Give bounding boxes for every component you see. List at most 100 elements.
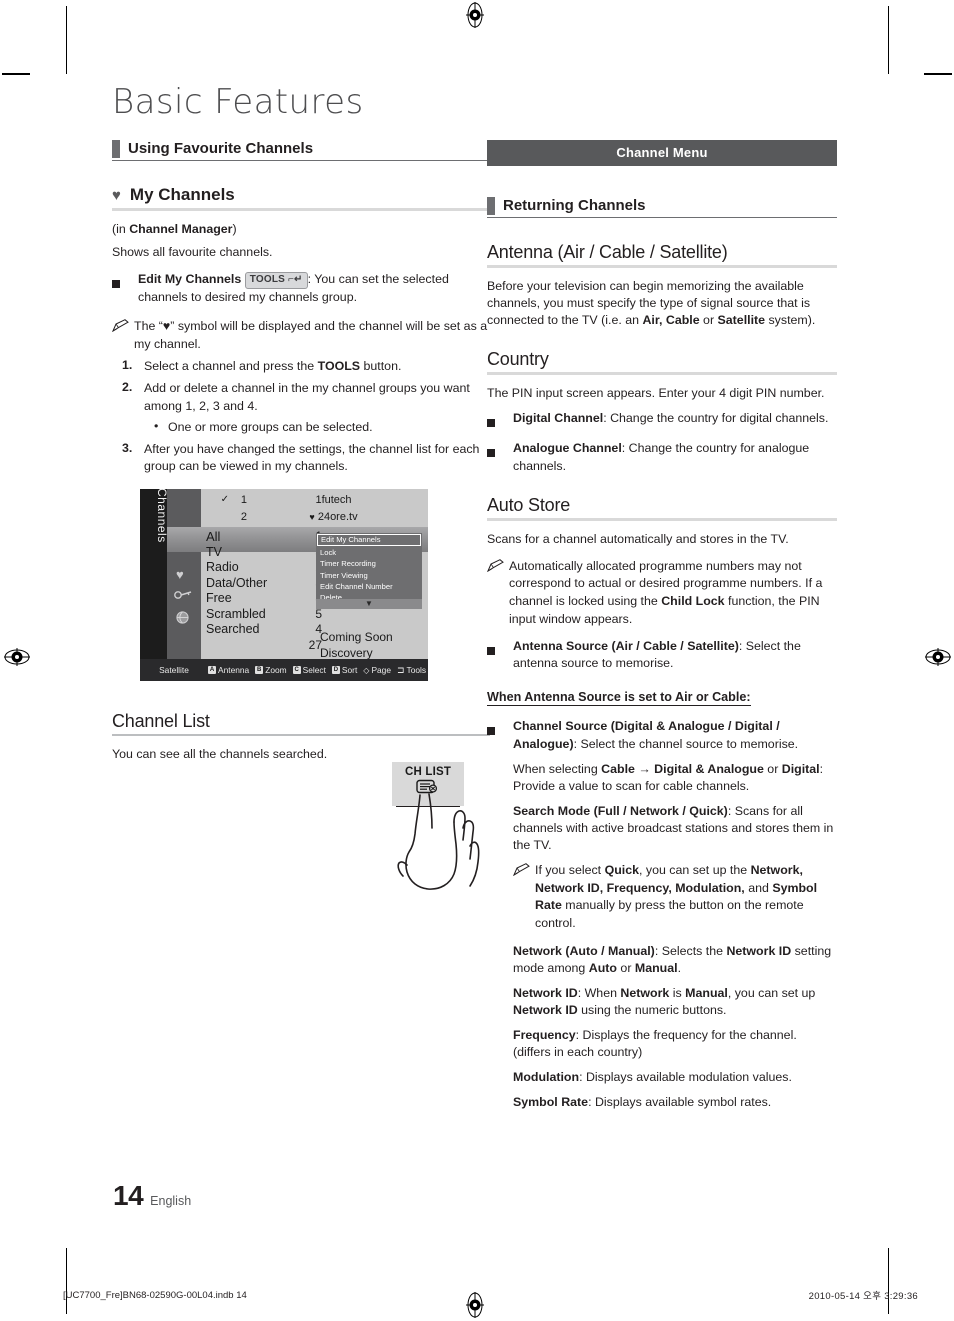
def-frequency-label: Frequency — [513, 1028, 576, 1043]
quick-g: manually by press the button on the remo… — [535, 898, 804, 931]
def-network-id-g: using the numeric buttons. — [577, 1002, 727, 1017]
tv-key-hint-antenna-label: Antenna — [218, 665, 250, 675]
def-network-b: Network ID — [726, 943, 792, 958]
note-auto-store-b: Child Lock — [661, 593, 725, 608]
tv-row-heart-icon: ♥ — [309, 511, 315, 522]
tools-glyph-icon: ⌐↵ — [288, 274, 303, 286]
my-channels-intro: Shows all favourite channels. — [112, 245, 273, 260]
dot-bullet-icon: • — [154, 418, 159, 433]
search-mode-paragraph: Search Mode (Full / Network / Quick): Sc… — [487, 803, 837, 854]
auto-store-intro: Scans for a channel automatically and st… — [487, 531, 789, 546]
square-bullet-icon — [487, 410, 513, 432]
tv-count: 27 — [308, 637, 322, 652]
heading-country: Country — [487, 349, 837, 376]
tv-top-rows: ✓ 1 1futech 2 ♥ 24ore.tv — [201, 491, 428, 525]
pencil-note-icon — [111, 318, 134, 337]
step-1-text: Select a channel and press the TOOLS but… — [144, 358, 490, 375]
pencil-note-icon — [512, 862, 535, 881]
def-symbol-rate-label: Symbol Rate — [513, 1095, 589, 1110]
step-3-number: 3. — [122, 440, 133, 455]
analogue-channel-label: Analogue Channel — [513, 441, 622, 456]
crop-mark-top-left-h — [2, 73, 30, 75]
def-frequency: Frequency: Displays the frequency for th… — [487, 1027, 837, 1061]
pointing-hand-illustration — [397, 793, 480, 890]
tv-popup-item-edit-channel-number[interactable]: Edit Channel Number — [316, 581, 422, 592]
left-column: Using Favourite Channels ♥ My Channels (… — [111, 140, 490, 890]
square-bullet-icon — [487, 440, 513, 462]
bullet-analogue-channel-text: Analogue Channel: Change the country for… — [513, 440, 837, 474]
subtitle-suffix: ) — [232, 222, 237, 236]
tv-page-updown-icon: ◇ — [363, 665, 370, 675]
tv-bottom-key-bar: Satellite A Antenna B Zoom C Select D Sort ◇… — [140, 659, 428, 681]
tv-key-hint-tools-label: Tools — [406, 665, 427, 675]
def-network-id-e: , you can set up — [727, 985, 816, 1000]
note-heart-symbol: The “♥” symbol will be displayed and the… — [111, 318, 490, 353]
def-network-id-d: Manual — [685, 985, 728, 1000]
def-network: Network (Auto / Manual): Selects the Net… — [487, 943, 837, 977]
tv-key-hint-select-label: Select — [302, 665, 326, 675]
bullet-channel-source: Channel Source (Digital & Analogue / Dig… — [487, 718, 837, 752]
subheading-when-antenna-source: When Antenna Source is set to Air or Cab… — [487, 688, 837, 707]
tv-popup-item-lock[interactable]: Lock — [316, 547, 422, 558]
heading-antenna: Antenna (Air / Cable / Satellite) — [487, 242, 837, 268]
section-tick-icon — [112, 140, 120, 158]
bullet-antenna-source-text: Antenna Source (Air / Cable / Satellite)… — [513, 638, 837, 672]
tv-row-name: ♥ 24ore.tv — [247, 511, 428, 523]
tv-key-hint-zoom[interactable]: B Zoom — [255, 665, 287, 675]
section-header-returning-channels: Returning Channels — [487, 197, 837, 218]
tv-popup-item-timer-viewing[interactable]: Timer Viewing — [316, 570, 422, 581]
antenna-paragraph: Before your television can begin memoriz… — [487, 278, 837, 329]
tv-tools-icon: ⊐ — [397, 664, 405, 675]
def-modulation-label: Modulation — [513, 1070, 580, 1085]
tv-popup-item-edit-my-channels[interactable]: Edit My Channels — [317, 534, 421, 547]
tv-key-hint-tools[interactable]: ⊐ Tools — [397, 665, 426, 676]
note-auto-store-text: Automatically allocated programme number… — [509, 558, 837, 628]
digital-channel-rest: : Change the country for digital channel… — [603, 411, 829, 426]
crop-mark-top-left-v — [66, 6, 67, 74]
heading-auto-store: Auto Store — [487, 495, 837, 521]
def-network-id-c: is — [669, 985, 686, 1000]
heart-icon: ♥ — [112, 186, 121, 204]
step-1-c: button. — [360, 359, 402, 374]
antenna-p-d: Satellite — [717, 313, 766, 328]
pencil-note-icon — [486, 558, 509, 577]
bullet-digital-channel-text: Digital Channel: Change the country for … — [513, 410, 837, 427]
square-bullet-icon — [487, 638, 513, 660]
square-bullet-icon — [112, 271, 138, 293]
tools-badge: TOOLS ⌐↵ — [244, 272, 308, 290]
quick-a: If you select — [535, 863, 605, 878]
manual-page: Basic Features Using Favourite Channels … — [0, 0, 954, 1321]
channel-list-text: You can see all the channels searched. — [112, 747, 328, 761]
def-network-id-label: Network ID — [513, 985, 578, 1000]
step-1-number: 1. — [122, 358, 133, 373]
tv-key-hint-sort[interactable]: D Sort — [331, 665, 357, 675]
tv-lower-name: Coming Soon — [320, 630, 393, 644]
tv-popup-item-timer-recording[interactable]: Timer Recording — [316, 559, 422, 570]
tv-key-d-icon: D — [331, 666, 340, 674]
bullet-digital-channel: Digital Channel: Change the country for … — [487, 410, 837, 432]
tv-row-number: 2 — [240, 510, 247, 523]
cable-b: Cable → Digital & Analogue — [601, 761, 764, 776]
country-intro: The PIN input screen appears. Enter your… — [487, 386, 825, 401]
def-network-g: . — [677, 960, 682, 975]
tv-key-hint-select[interactable]: C Select — [292, 665, 326, 675]
bullet-antenna-source: Antenna Source (Air / Cable / Satellite)… — [487, 638, 837, 672]
note-quick: If you select Quick, you can set up the … — [487, 862, 837, 932]
tv-key-hint-page[interactable]: ◇ Page — [363, 665, 391, 675]
step-1-b: TOOLS — [317, 359, 361, 374]
print-footer-file: [UC7700_Fre]BN68-02590G-00L04.indb 14 — [63, 1289, 247, 1301]
registration-mark-right — [925, 645, 951, 667]
def-network-label: Network (Auto / Manual) — [513, 943, 655, 958]
note-quick-text: If you select Quick, you can set up the … — [535, 862, 837, 932]
tv-left-rail: Channels — [140, 489, 169, 681]
square-bullet-icon — [487, 718, 513, 740]
tv-popup-scroll-down-icon[interactable]: ▼ — [316, 599, 422, 609]
tv-channel-manager-screenshot: Channels ♥ ✓ 1 1futech 2 ♥ 24ore.tv All … — [140, 489, 428, 681]
quick-c: , you can set up the — [639, 863, 751, 878]
ch-list-button-illustration: CH LIST — [374, 762, 484, 892]
step-1: 1. Select a channel and press the TOOLS … — [112, 358, 490, 375]
tv-key-hint-antenna[interactable]: A Antenna — [208, 665, 249, 675]
channel-menu-banner: Channel Menu — [487, 140, 837, 166]
bullet-channel-source-text: Channel Source (Digital & Analogue / Dig… — [513, 718, 837, 752]
my-channels-subtitle: (in Channel Manager) — [112, 221, 490, 238]
